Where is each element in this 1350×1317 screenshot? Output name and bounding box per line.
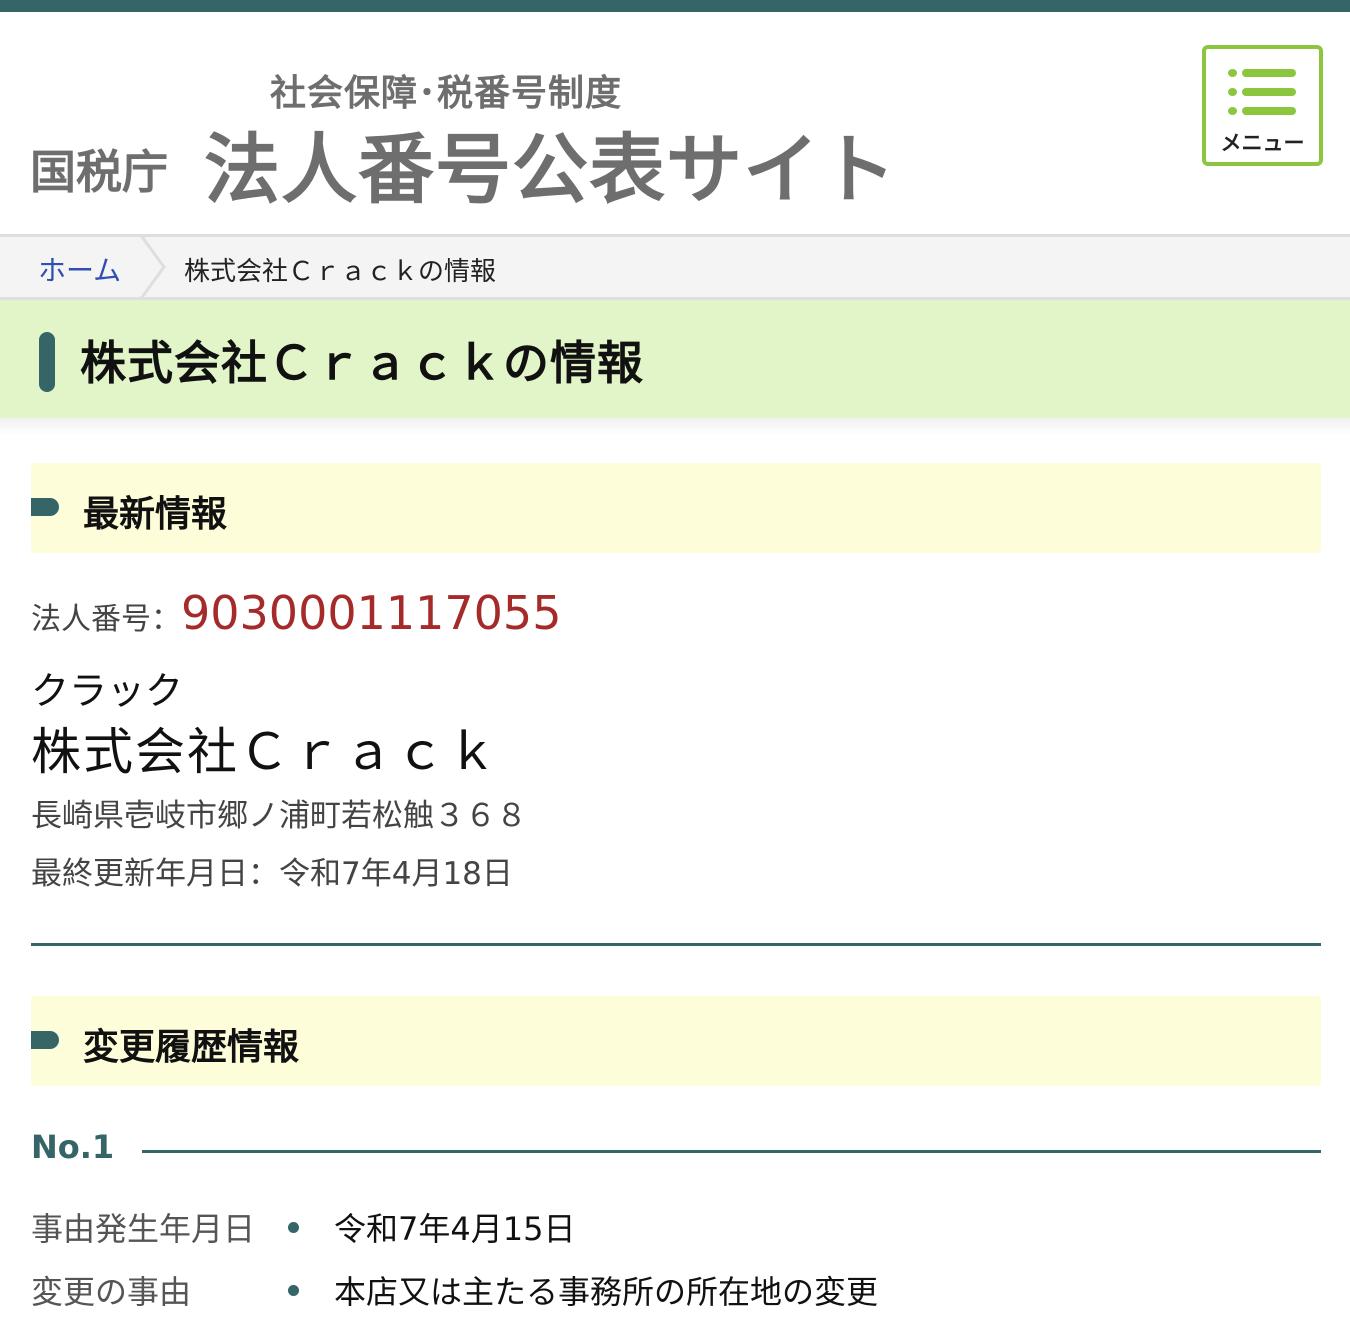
detail-value: 本店又は主たる事務所の所在地の変更 (334, 1273, 879, 1311)
page-title: 株式会社Ｃｒａｃｋの情報 (80, 336, 644, 390)
section-heading-label: 最新情報 (83, 494, 228, 535)
section-heading-latest: 最新情報 (31, 463, 1321, 553)
agency-logo-text[interactable]: 国税庁 (30, 136, 168, 202)
corporate-number-label: 法人番号： (31, 602, 181, 637)
corporate-name: 株式会社Ｃｒａｃｋ (31, 723, 499, 781)
corporate-number-value: 9030001117055 (181, 586, 562, 640)
site-header: 社会保障･税番号制度 国税庁 法人番号公表サイト メニュー (0, 12, 1350, 234)
detail-label: 変更の事由 (31, 1273, 192, 1311)
corporate-address: 長崎県壱岐市郷ノ浦町若松触３６８ (31, 798, 527, 834)
detail-value: 令和7年4月15日 (334, 1210, 576, 1248)
breadcrumb-home-link[interactable]: ホーム (38, 249, 121, 289)
section-heading-history: 変更履歴情報 (31, 996, 1321, 1086)
history-record-number: No.1 (31, 1128, 115, 1166)
title-band-shadow (0, 418, 1350, 436)
corporate-number-row: 法人番号：9030001117055 (31, 586, 561, 640)
bullet-icon (288, 1222, 299, 1233)
section-heading-label: 変更履歴情報 (83, 1027, 300, 1068)
bullet-icon (288, 1285, 299, 1296)
menu-button-label: メニュー (1220, 131, 1305, 155)
section-marker (31, 498, 59, 516)
history-record-rule (142, 1150, 1321, 1153)
history-detail-row: 事由発生年月日 令和7年4月15日 (31, 1204, 1321, 1254)
top-accent-bar (0, 0, 1350, 12)
title-accent-bar (39, 332, 55, 392)
corporate-name-kana: クラック (31, 669, 184, 713)
history-detail-row: 変更の事由 本店又は主たる事務所の所在地の変更 (31, 1267, 1321, 1317)
chevron-right-icon (138, 234, 166, 300)
section-divider (31, 943, 1321, 946)
breadcrumb: ホーム 株式会社Ｃｒａｃｋの情報 (0, 234, 1350, 300)
site-title[interactable]: 法人番号公表サイト (204, 108, 897, 218)
menu-button[interactable]: メニュー (1202, 45, 1323, 166)
breadcrumb-current: 株式会社Ｃｒａｃｋの情報 (184, 257, 497, 287)
section-marker (31, 1031, 59, 1049)
last-updated-date: 最終更新年月日：令和7年4月18日 (31, 856, 513, 892)
page-title-band: 株式会社Ｃｒａｃｋの情報 (0, 300, 1350, 418)
detail-label: 事由発生年月日 (31, 1210, 256, 1248)
